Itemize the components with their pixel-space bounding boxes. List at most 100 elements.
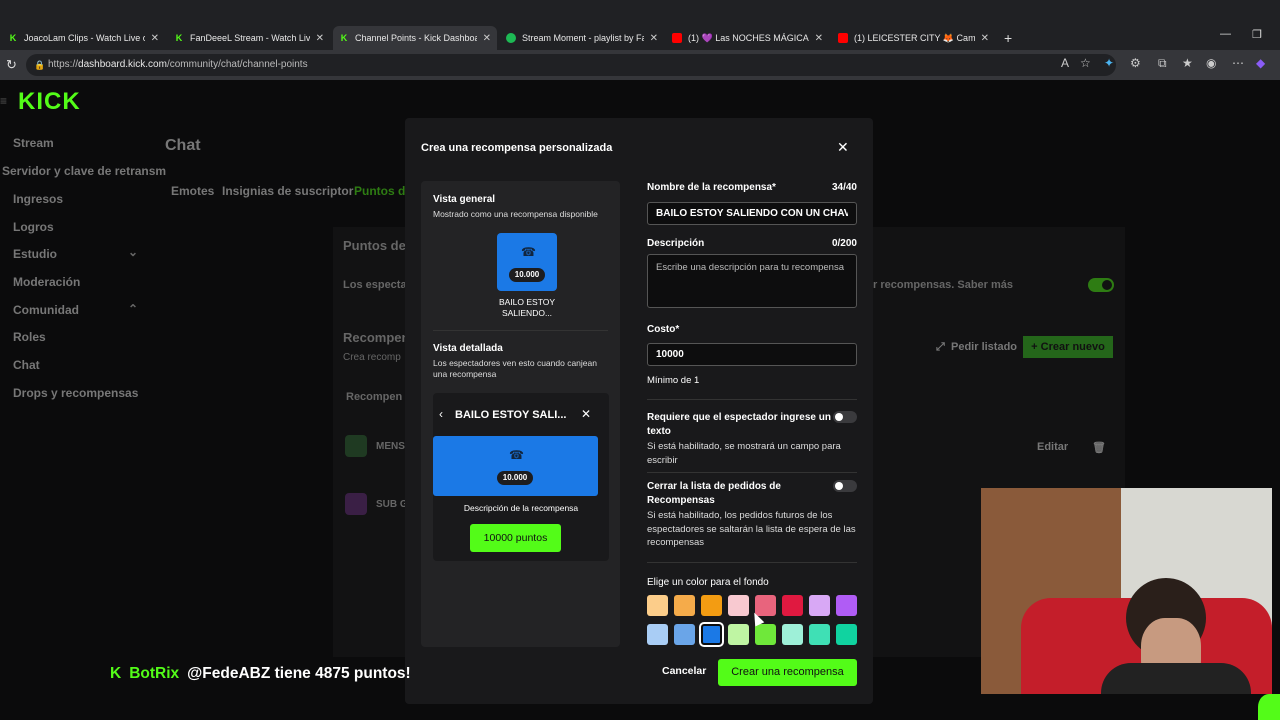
cost-label: Costo* [647,324,680,335]
create-reward-button[interactable]: Crear una recompensa [718,659,857,686]
browser-tab[interactable]: K JoacoLam Clips - Watch Live on Ki ✕ [2,28,165,48]
cost-badge: 10.000 [509,268,545,282]
tab-emotes[interactable]: Emotes [171,184,214,198]
new-tab-icon[interactable]: + [1004,30,1012,46]
copilot-icon[interactable]: ◆ [1256,56,1265,70]
sidebar-item-estudio[interactable]: Estudio [13,247,57,261]
kick-icon: K [175,33,183,43]
sidebar-item-logros[interactable]: Logros [13,220,54,234]
overview-subtitle: Mostrado como una recompensa disponible [433,209,598,219]
browser-tab[interactable]: (1) 💜 Las NOCHES MÁGICAS del ✕ [666,28,829,48]
chevron-up-icon[interactable]: ⌃ [128,302,138,316]
url-scheme: https:// [48,59,79,70]
color-swatch[interactable] [809,624,830,645]
divider [647,562,857,563]
kick-logo[interactable]: KICK [18,88,81,116]
close-icon[interactable]: ✕ [316,33,324,44]
color-swatch[interactable] [782,624,803,645]
tab-insignias[interactable]: Insignias de suscriptor [222,184,353,198]
edit-button[interactable]: Editar [1037,441,1068,453]
color-swatch[interactable] [755,624,776,645]
color-swatch[interactable] [782,595,803,616]
chevron-down-icon[interactable]: ⌄ [128,245,138,259]
puzzle-icon[interactable]: ⚙ [1130,56,1141,70]
cost-input[interactable] [647,343,857,366]
more-icon[interactable]: ⋯ [1232,56,1244,70]
sidebar-item-roles[interactable]: Roles [13,330,46,344]
reward-card-large: ☎ 10.000 [433,436,598,496]
profile-icon[interactable]: ◉ [1206,56,1216,70]
close-icon[interactable]: ✕ [650,33,658,44]
browser-tab-active[interactable]: K Channel Points - Kick Dashboard ✕ [333,26,497,50]
close-icon[interactable]: ✕ [815,33,823,44]
sidebar-item-server[interactable]: Servidor y clave de retransm [2,164,166,178]
close-icon[interactable]: ✕ [483,33,491,44]
read-aloud-icon[interactable]: A [1061,56,1069,70]
address-bar: ↻ 🔒 https://dashboard.kick.com/community… [0,50,1280,80]
bot-name: BotRix [129,665,180,682]
trash-icon[interactable]: 🗑 [1092,441,1106,454]
kick-icon: K [9,33,17,43]
favorites-icon[interactable]: ★ [1182,56,1193,70]
close-icon[interactable]: ✕ [837,139,849,156]
preview-panel: Vista general Mostrado como una recompen… [421,181,620,647]
maximize-icon[interactable]: ❐ [1252,28,1262,41]
close-queue-help: Si está habilitado, los pedidos futuros … [647,510,856,548]
color-swatch[interactable] [701,595,722,616]
favorite-icon[interactable]: ☆ [1080,56,1091,70]
webcam-overlay [981,488,1272,694]
create-new-button[interactable]: + Crear nuevo [1023,336,1113,358]
tab-title: FanDeeeL Stream - Watch Live on [190,33,310,43]
spotify-icon [506,33,516,43]
detail-title: Vista detallada [433,343,503,354]
browser-tab[interactable]: (1) LEICESTER CITY 🦊 Campeón P ✕ [832,28,995,48]
sidebar-item-chat[interactable]: Chat [13,358,40,372]
minimize-icon[interactable]: — [1220,28,1231,40]
tab-puntos[interactable]: Puntos de [354,184,412,198]
color-swatch[interactable] [728,595,749,616]
url-field[interactable]: 🔒 https://dashboard.kick.com/community/c… [26,54,1116,76]
reward-name: SUB G [376,499,408,510]
color-swatch[interactable] [699,622,724,647]
section-text-right[interactable]: r recompensas. Saber más [873,279,1013,291]
reload-icon[interactable]: ↻ [6,57,17,73]
browser-tab-bar: K JoacoLam Clips - Watch Live on Ki ✕ K … [0,0,1280,50]
require-input-label: Requiere que el espectador ingrese un te… [647,412,831,437]
sidebar-item-comunidad[interactable]: Comunidad [13,303,79,317]
color-swatch[interactable] [836,624,857,645]
description-label: Descripción [647,238,705,249]
sidebar-item-stream[interactable]: Stream [13,136,54,150]
color-swatch[interactable] [728,624,749,645]
color-swatch[interactable] [647,595,668,616]
cancel-button[interactable]: Cancelar [662,665,706,677]
color-swatch[interactable] [809,595,830,616]
color-swatch[interactable] [674,595,695,616]
reward-name-input[interactable] [647,202,857,225]
rewards-subtitle: Crea recomp [343,352,401,363]
browser-tab[interactable]: K FanDeeeL Stream - Watch Live on ✕ [168,28,330,48]
color-swatch[interactable] [836,595,857,616]
color-swatch[interactable] [647,624,668,645]
kick-icon: K [110,665,122,682]
webcam-body [1101,663,1251,694]
description-input[interactable] [647,254,857,308]
sidebar-item-drops[interactable]: Drops y recompensas [13,386,138,400]
sidebar-item-ingresos[interactable]: Ingresos [13,192,63,206]
channel-points-toggle[interactable] [1088,278,1114,292]
detail-subtitle: Los espectadores ven esto cuando canjean… [433,358,597,379]
extension-icon[interactable]: ✦ [1104,56,1114,70]
require-input-toggle[interactable] [833,411,857,423]
color-swatch[interactable] [674,624,695,645]
split-icon[interactable]: ⧉ [1158,56,1167,71]
close-icon[interactable]: ✕ [981,33,989,44]
browser-tab[interactable]: Stream Moment - playlist by Fan ✕ [500,28,664,48]
close-queue-label: Cerrar la lista de pedidos de Recompensa… [647,481,781,506]
menu-icon[interactable]: ≡ [0,94,7,108]
sidebar-item-moderacion[interactable]: Moderación [13,275,80,289]
close-icon: ✕ [581,407,592,421]
request-list-button[interactable]: Pedir listado [951,341,1017,353]
close-queue-toggle[interactable] [833,480,857,492]
reward-name: MENS [376,441,405,452]
detail-preview: ‹ BAILO ESTOY SALI... ✕ ☎ 10.000 Descrip… [433,393,609,561]
close-icon[interactable]: ✕ [151,33,159,44]
